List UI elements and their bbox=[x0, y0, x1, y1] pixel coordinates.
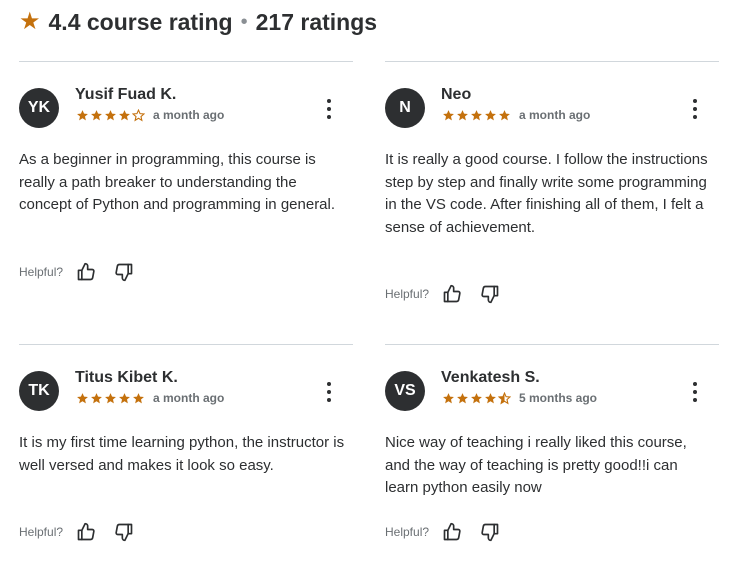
thumbs-down-icon[interactable] bbox=[113, 521, 135, 543]
star-rating bbox=[76, 392, 146, 406]
star-rating bbox=[76, 109, 146, 123]
star-icon: ★ bbox=[19, 8, 41, 35]
divider bbox=[385, 344, 719, 345]
star-filled-icon bbox=[443, 393, 454, 404]
star-filled-icon bbox=[457, 393, 468, 404]
thumbs-up-icon[interactable] bbox=[441, 521, 463, 543]
reviewer-name: Titus Kibet K. bbox=[75, 369, 178, 386]
helpful-row: Helpful? bbox=[19, 261, 135, 283]
avatar: TK bbox=[19, 371, 59, 411]
star-filled-icon bbox=[91, 110, 102, 121]
review-card: VS Venkatesh S. 5 months ago Nice way of… bbox=[385, 344, 719, 554]
star-rating bbox=[442, 109, 512, 123]
star-filled-icon bbox=[471, 110, 482, 121]
star-filled-icon bbox=[77, 393, 88, 404]
review-text: Nice way of teaching i really liked this… bbox=[385, 434, 687, 496]
helpful-row: Helpful? bbox=[385, 283, 501, 305]
more-options-icon[interactable] bbox=[691, 99, 699, 119]
star-filled-icon bbox=[485, 393, 496, 404]
review-time: a month ago bbox=[519, 108, 591, 122]
review-text: As a beginner in programming, this cours… bbox=[19, 151, 336, 213]
review-time: 5 months ago bbox=[519, 391, 598, 405]
reviewer-name: Neo bbox=[441, 86, 472, 103]
reviewer-name: Yusif Fuad K. bbox=[75, 86, 177, 103]
avatar: YK bbox=[19, 88, 59, 128]
helpful-row: Helpful? bbox=[385, 521, 501, 543]
star-filled-icon bbox=[471, 393, 482, 404]
reviewer-name: Venkatesh S. bbox=[441, 369, 540, 386]
divider bbox=[19, 344, 353, 345]
star-filled-icon bbox=[77, 110, 88, 121]
divider bbox=[385, 61, 719, 62]
star-filled-icon bbox=[91, 393, 102, 404]
more-options-icon[interactable] bbox=[325, 99, 333, 119]
star-filled-icon bbox=[485, 110, 496, 121]
review-text: It is my first time learning python, the… bbox=[19, 434, 345, 474]
review-card: YK Yusif Fuad K. a month ago As a beginn… bbox=[19, 61, 353, 331]
thumbs-up-icon[interactable] bbox=[75, 521, 97, 543]
thumbs-up-icon[interactable] bbox=[75, 261, 97, 283]
star-filled-icon bbox=[105, 393, 116, 404]
review-time: a month ago bbox=[153, 391, 225, 405]
divider bbox=[19, 61, 353, 62]
helpful-label: Helpful? bbox=[19, 265, 64, 279]
star-filled-icon bbox=[457, 110, 468, 121]
helpful-label: Helpful? bbox=[385, 287, 430, 301]
avatar: N bbox=[385, 88, 425, 128]
star-filled-icon bbox=[119, 110, 130, 121]
more-options-icon[interactable] bbox=[325, 382, 333, 402]
thumbs-down-icon[interactable] bbox=[113, 261, 135, 283]
separator-dot: • bbox=[240, 10, 248, 33]
star-filled-icon bbox=[499, 110, 510, 121]
more-options-icon[interactable] bbox=[691, 382, 699, 402]
thumbs-down-icon[interactable] bbox=[479, 521, 501, 543]
star-filled-icon bbox=[133, 393, 144, 404]
course-rating-summary: ★ 4.4 course rating • 217 ratings bbox=[19, 6, 377, 38]
review-card: N Neo a month ago It is really a good co… bbox=[385, 61, 719, 344]
star-filled-icon bbox=[119, 393, 130, 404]
star-half-icon bbox=[498, 392, 511, 405]
thumbs-up-icon[interactable] bbox=[441, 283, 463, 305]
review-card: TK Titus Kibet K. a month ago It is my f… bbox=[19, 344, 353, 554]
star-rating bbox=[442, 392, 512, 406]
course-rating: 4.4 course rating bbox=[48, 8, 233, 35]
avatar: VS bbox=[385, 371, 425, 411]
review-time: a month ago bbox=[153, 108, 225, 122]
helpful-label: Helpful? bbox=[19, 525, 64, 539]
thumbs-down-icon[interactable] bbox=[479, 283, 501, 305]
review-text: It is really a good course. I follow the… bbox=[385, 151, 708, 236]
star-empty-icon bbox=[132, 109, 145, 122]
ratings-count: 217 ratings bbox=[255, 8, 378, 35]
star-filled-icon bbox=[105, 110, 116, 121]
star-filled-icon bbox=[443, 110, 454, 121]
helpful-label: Helpful? bbox=[385, 525, 430, 539]
helpful-row: Helpful? bbox=[19, 521, 135, 543]
